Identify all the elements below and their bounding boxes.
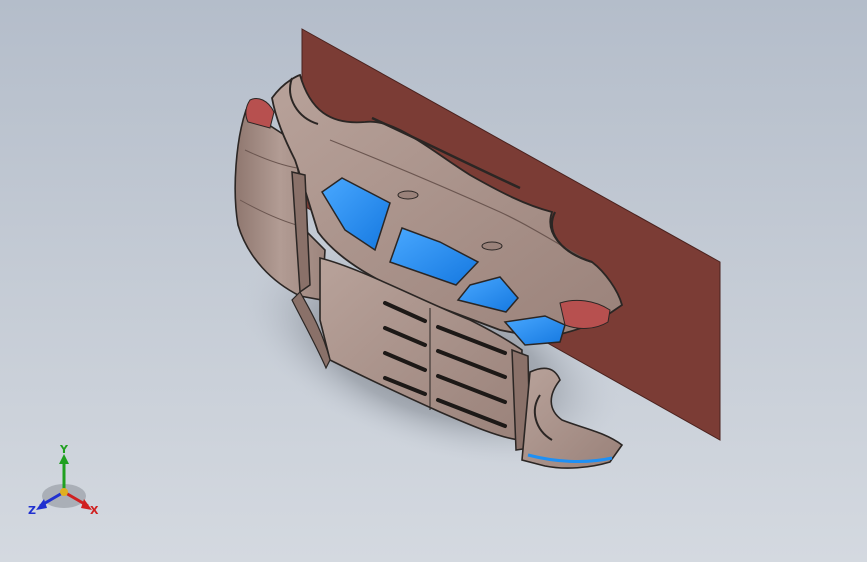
triad-z-label: Z [28,504,36,517]
door-handle-rear [397,190,419,200]
triad-x-label: X [90,504,99,517]
cad-model-scene[interactable] [0,0,867,562]
door-handle-front [481,241,503,251]
triad-y-label: Y [60,443,68,456]
cad-graphics-viewport[interactable]: Y X Z [0,0,867,562]
orientation-triad[interactable]: Y X Z [22,444,112,528]
